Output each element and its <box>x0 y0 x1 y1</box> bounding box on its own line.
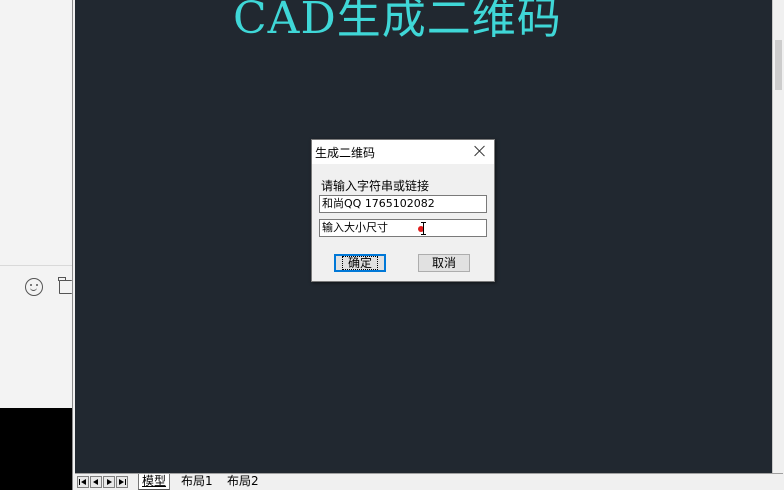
tab-model[interactable]: 模型 <box>138 474 171 490</box>
next-tab-icon[interactable] <box>103 476 115 488</box>
vertical-scrollbar[interactable] <box>772 0 784 473</box>
string-input[interactable]: 和尚QQ 1765102082 <box>319 195 487 213</box>
ok-button[interactable]: 确定 <box>334 254 386 272</box>
qrcode-dialog: 生成二维码 请输入字符串或链接 和尚QQ 1765102082 输入大小尺寸 确… <box>311 139 495 282</box>
prompt-label: 请输入字符串或链接 <box>321 179 430 193</box>
black-region <box>0 408 72 490</box>
prev-tab-icon[interactable] <box>90 476 102 488</box>
text-cursor-icon <box>421 222 426 235</box>
folder-icon[interactable] <box>58 277 72 294</box>
layout-tab-bar: 模型 布局1 布局2 <box>75 473 783 490</box>
emoji-icon[interactable] <box>25 278 43 296</box>
chat-window-partial <box>0 0 72 408</box>
dialog-titlebar[interactable]: 生成二维码 <box>312 140 494 164</box>
emoji-mouth <box>30 287 37 291</box>
ok-button-label: 确定 <box>341 256 378 270</box>
dialog-title: 生成二维码 <box>315 146 376 160</box>
last-tab-icon[interactable] <box>116 476 128 488</box>
scrollbar-thumb[interactable] <box>775 40 782 90</box>
tab-layout2[interactable]: 布局2 <box>224 474 262 490</box>
tab-layout1[interactable]: 布局1 <box>178 474 216 490</box>
close-icon[interactable] <box>474 145 486 157</box>
first-tab-icon[interactable] <box>77 476 89 488</box>
divider <box>0 265 72 266</box>
cancel-button[interactable]: 取消 <box>418 254 470 272</box>
desktop: CAD生成二维码 模型 布局1 布局2 生成二维码 请输入字符串或链接 和尚QQ… <box>0 0 784 490</box>
drawing-text: CAD生成二维码 <box>233 0 562 44</box>
size-input[interactable]: 输入大小尺寸 <box>319 219 487 237</box>
